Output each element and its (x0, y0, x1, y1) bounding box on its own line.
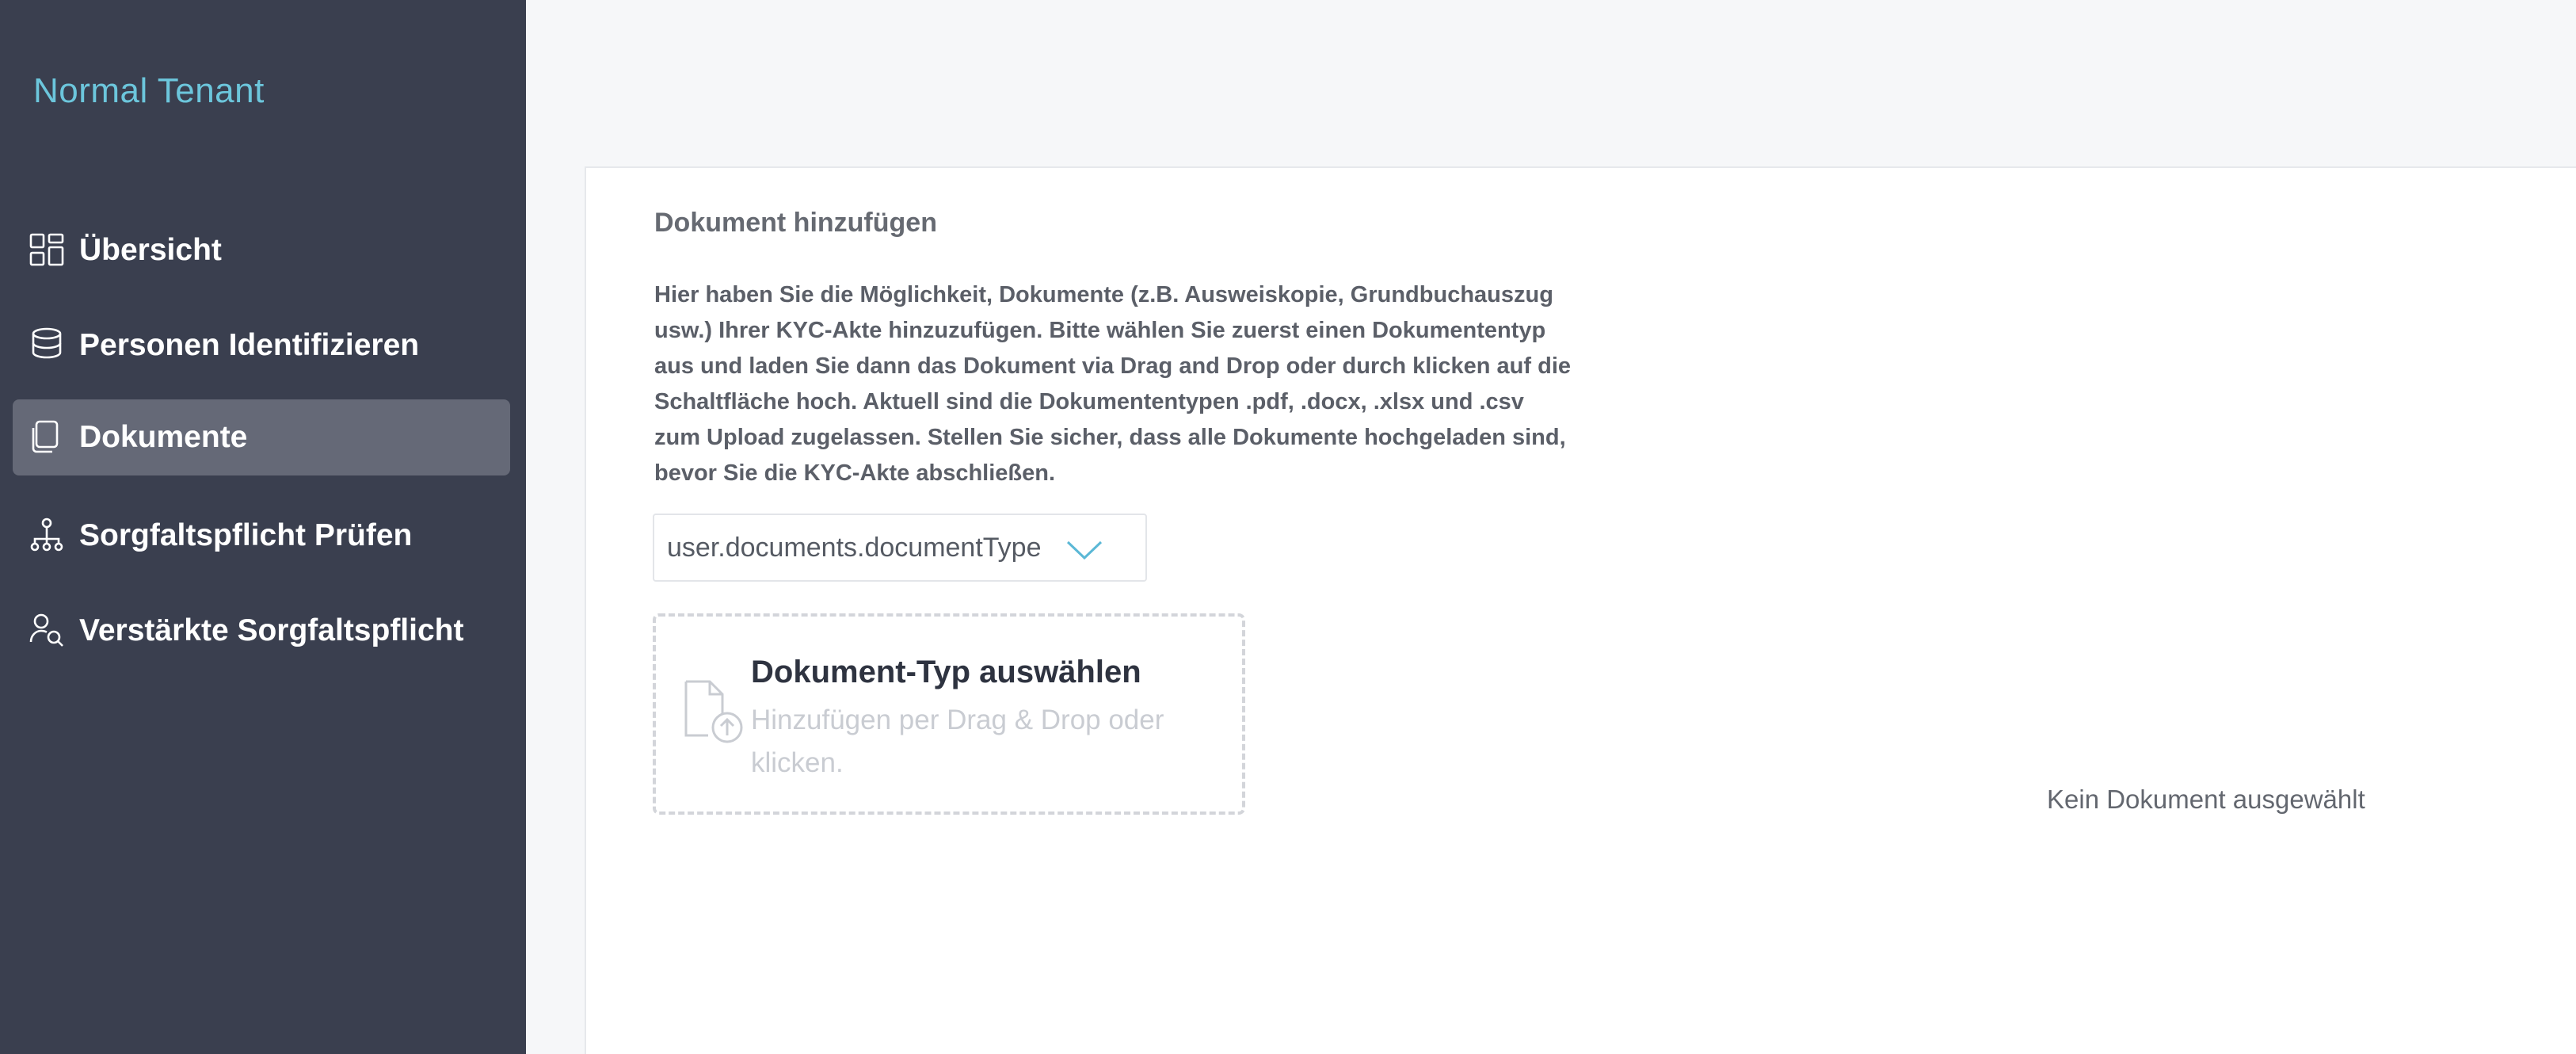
file-dropzone[interactable]: Dokument-Typ auswählen Hinzufügen per Dr… (653, 613, 1245, 815)
brand-name[interactable]: Normal Tenant (33, 71, 265, 111)
user-search-icon (29, 612, 65, 648)
empty-state-text: Kein Dokument ausgewählt (2047, 785, 2365, 814)
sidebar-item-label: Personen Identifizieren (79, 328, 420, 362)
sidebar-item-dokumente[interactable]: Dokumente (13, 399, 510, 475)
sidebar-item-label: Sorgfaltspflicht Prüfen (79, 518, 413, 552)
panel-description: Hier haben Sie die Möglichkeit, Dokument… (654, 282, 1572, 486)
sidebar-item-uebersicht[interactable]: Übersicht (13, 212, 510, 288)
sidebar: Normal Tenant Übersicht Personen Identif… (0, 0, 526, 1054)
sidebar-item-label: Verstärkte Sorgfaltspflicht (79, 613, 464, 647)
dashboard-icon (29, 231, 65, 268)
sidebar-item-label: Übersicht (79, 233, 222, 267)
database-icon (29, 327, 65, 363)
document-type-select[interactable]: user.documents.documentType (653, 514, 1147, 582)
dropzone-hint: Hinzufügen per Drag & Drop oder klicken. (751, 705, 1164, 778)
chevron-down-icon (1065, 537, 1104, 561)
sidebar-item-personen-identifizieren[interactable]: Personen Identifizieren (13, 307, 510, 384)
app-root: Normal Tenant Übersicht Personen Identif… (0, 0, 2576, 1054)
file-upload-icon (680, 677, 748, 745)
page-title: Dokument hinzufügen (654, 208, 937, 238)
sidebar-item-verstaerkte-sorgfaltspflicht[interactable]: Verstärkte Sorgfaltspflicht (13, 593, 510, 669)
sidebar-item-sorgfaltspflicht-pruefen[interactable]: Sorgfaltspflicht Prüfen (13, 498, 510, 574)
hierarchy-icon (29, 517, 65, 553)
documents-icon (29, 418, 65, 455)
document-panel: Dokument hinzufügen Hier haben Sie die M… (585, 166, 2576, 1054)
document-type-value: user.documents.documentType (667, 533, 1042, 563)
sidebar-item-label: Dokumente (79, 420, 248, 454)
dropzone-title: Dokument-Typ auswählen (751, 655, 1141, 689)
